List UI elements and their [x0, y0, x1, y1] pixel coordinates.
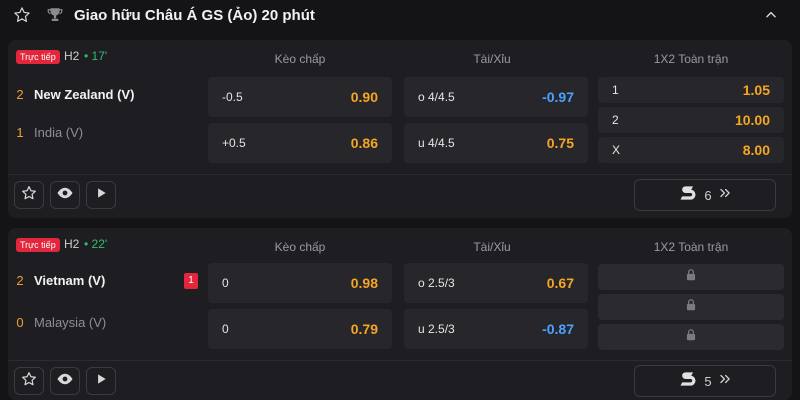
- under-odds[interactable]: u 4/4.5 0.75: [404, 123, 588, 163]
- handicap-home-odds[interactable]: 0 0.98: [208, 263, 392, 303]
- eye-icon: [56, 370, 74, 393]
- favorite-button[interactable]: [14, 181, 44, 209]
- match-card: Trực tiếp H2 • 17' Kèo chấp Tài/Xỉu 1X2 …: [8, 40, 792, 218]
- match-minute: • 17': [84, 49, 108, 63]
- home-team-name: New Zealand (V): [34, 86, 135, 102]
- away-team-row[interactable]: 0 Malaysia (V): [8, 310, 106, 334]
- x12-locked-cell: [598, 294, 784, 320]
- play-icon: [94, 186, 108, 205]
- more-markets-button[interactable]: 5: [634, 365, 776, 397]
- home-score: 2: [16, 272, 24, 288]
- away-score: 0: [16, 314, 24, 330]
- match-footer: 5: [8, 360, 792, 400]
- more-markets-count: 5: [704, 373, 712, 389]
- over-odds[interactable]: o 2.5/3 0.67: [404, 263, 588, 303]
- column-header-handicap: Kèo chấp: [274, 240, 326, 254]
- total-line: o 2.5/3: [418, 276, 455, 290]
- x12-home-odds[interactable]: 1 1.05: [598, 77, 784, 103]
- column-header-over-under: Tài/Xỉu: [473, 52, 511, 66]
- column-header-1x2: 1X2 Toàn trận: [653, 240, 729, 254]
- favorite-button[interactable]: [14, 367, 44, 395]
- x12-away-odds[interactable]: 2 10.00: [598, 107, 784, 133]
- over-odds[interactable]: o 4/4.5 -0.97: [404, 77, 588, 117]
- live-badge: Trực tiếp: [16, 238, 60, 252]
- red-card-badge: 1: [184, 273, 198, 289]
- double-chevron-right-icon: [718, 372, 732, 391]
- x12-label: 1: [612, 83, 619, 97]
- lock-icon: [684, 328, 698, 347]
- handicap-line: 0: [222, 276, 229, 290]
- lock-icon: [684, 268, 698, 287]
- more-markets-button[interactable]: 6: [634, 179, 776, 211]
- match-card: Trực tiếp H2 • 22' Kèo chấp Tài/Xỉu 1X2 …: [8, 228, 792, 400]
- chevron-up-icon[interactable]: [762, 6, 780, 24]
- star-icon: [21, 371, 37, 392]
- watch-button[interactable]: [50, 181, 80, 209]
- away-team-name: India (V): [34, 124, 84, 140]
- double-chevron-right-icon: [718, 186, 732, 205]
- odds-value: 10.00: [734, 112, 770, 128]
- handicap-line: 0: [222, 322, 229, 336]
- odds-value: 1.05: [742, 82, 770, 98]
- odds-value: 0.79: [350, 321, 378, 337]
- away-team-row[interactable]: 1 India (V): [8, 120, 83, 144]
- favorite-star-icon[interactable]: [12, 5, 32, 25]
- star-icon: [21, 185, 37, 206]
- handicap-line: +0.5: [222, 136, 246, 150]
- handicap-home-odds[interactable]: -0.5 0.90: [208, 77, 392, 117]
- x12-locked-cell: [598, 324, 784, 350]
- total-line: o 4/4.5: [418, 90, 455, 104]
- home-team-name: Vietnam (V): [34, 272, 106, 288]
- odds-value: 0.86: [350, 135, 378, 151]
- play-button[interactable]: [86, 367, 116, 395]
- stats-logo-icon: [678, 369, 698, 394]
- odds-value: 0.75: [546, 135, 574, 151]
- total-line: u 2.5/3: [418, 322, 455, 336]
- x12-draw-odds[interactable]: X 8.00: [598, 137, 784, 163]
- handicap-away-odds[interactable]: 0 0.79: [208, 309, 392, 349]
- match-minute: • 22': [84, 237, 108, 251]
- match-list: Giao hữu Châu Á GS (Ảo) 20 phút Trực tiế…: [0, 0, 800, 400]
- match-period: H2: [64, 49, 80, 63]
- play-button[interactable]: [86, 181, 116, 209]
- stats-logo-icon: [678, 183, 698, 208]
- watch-button[interactable]: [50, 367, 80, 395]
- odds-value: 0.67: [546, 275, 574, 291]
- match-period: H2: [64, 237, 80, 251]
- home-score: 2: [16, 86, 24, 102]
- odds-value: -0.87: [542, 321, 574, 337]
- column-header-over-under: Tài/Xỉu: [473, 240, 511, 254]
- more-markets-count: 6: [704, 187, 712, 203]
- x12-label: X: [612, 143, 621, 157]
- play-icon: [94, 372, 108, 391]
- x12-locked-cell: [598, 264, 784, 290]
- total-line: u 4/4.5: [418, 136, 455, 150]
- x12-label: 2: [612, 113, 619, 127]
- trophy-icon: [44, 4, 66, 26]
- league-title: Giao hữu Châu Á GS (Ảo) 20 phút: [74, 6, 315, 24]
- away-score: 1: [16, 124, 24, 140]
- lock-icon: [684, 298, 698, 317]
- match-footer: 6: [8, 174, 792, 214]
- column-header-1x2: 1X2 Toàn trận: [653, 52, 729, 66]
- away-team-name: Malaysia (V): [34, 314, 107, 330]
- league-header[interactable]: Giao hữu Châu Á GS (Ảo) 20 phút: [0, 0, 800, 30]
- odds-value: 8.00: [742, 142, 770, 158]
- live-badge: Trực tiếp: [16, 50, 60, 64]
- under-odds[interactable]: u 2.5/3 -0.87: [404, 309, 588, 349]
- home-team-row[interactable]: 2 New Zealand (V): [8, 82, 134, 106]
- odds-value: -0.97: [542, 89, 574, 105]
- match-header: Trực tiếp H2 • 17' Kèo chấp Tài/Xỉu 1X2 …: [8, 40, 792, 76]
- match-header: Trực tiếp H2 • 22' Kèo chấp Tài/Xỉu 1X2 …: [8, 228, 792, 264]
- handicap-away-odds[interactable]: +0.5 0.86: [208, 123, 392, 163]
- odds-value: 0.90: [350, 89, 378, 105]
- column-header-handicap: Kèo chấp: [274, 52, 326, 66]
- home-team-row[interactable]: 2 Vietnam (V): [8, 268, 105, 292]
- eye-icon: [56, 184, 74, 207]
- odds-value: 0.98: [350, 275, 378, 291]
- handicap-line: -0.5: [222, 90, 243, 104]
